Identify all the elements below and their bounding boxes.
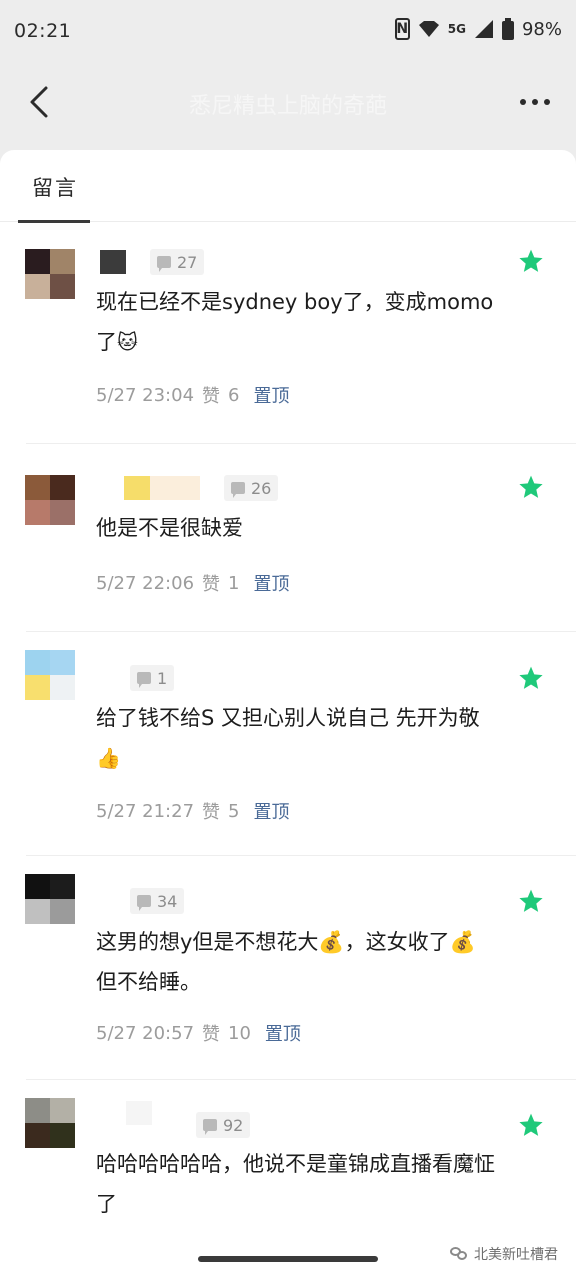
article-title: 悉尼精虫上脑的奇葩 (188, 94, 387, 119)
star-icon[interactable] (518, 888, 544, 914)
reply-count: 1 (157, 668, 168, 688)
comment-bubble-icon (157, 256, 171, 272)
name-blur (150, 476, 200, 500)
wifi-icon (418, 21, 439, 37)
like-label: 赞 (202, 1024, 221, 1045)
tab-bar: 留言 (0, 150, 576, 223)
comment-time: 5/27 23:04 (96, 384, 195, 406)
like-label: 赞 (202, 574, 221, 595)
pin-button[interactable]: 置顶 (253, 570, 289, 596)
comment-bubble-icon (203, 1119, 217, 1135)
more-options-icon[interactable] (520, 92, 550, 112)
pin-button[interactable]: 置顶 (265, 1020, 301, 1046)
like-count: 5 (228, 800, 240, 822)
reply-count-badge[interactable]: 26 (224, 475, 279, 501)
comment-text: 现在已经不是sydney boy了，变成momo了🐱 (96, 282, 496, 362)
comment-text: 他是不是很缺爱 (96, 516, 243, 540)
watermark: 北美新吐槽君 (450, 1244, 558, 1264)
network-type: 5G (447, 22, 466, 36)
comment-item: 34 这男的想y但是不想花大💰，这女收了💰但不给睡。 5/27 20:57 赞 … (0, 856, 576, 1080)
star-icon[interactable] (518, 474, 544, 500)
comment-bubble-icon (231, 482, 245, 498)
avatar[interactable] (25, 1098, 75, 1148)
cat-emoji-icon: 🐱 (117, 330, 138, 354)
reply-count-badge[interactable]: 1 (130, 665, 175, 691)
back-arrow-icon[interactable] (24, 84, 54, 120)
nfc-icon: N (394, 18, 410, 40)
reply-count-badge[interactable]: 92 (196, 1112, 251, 1138)
name-blur (126, 1101, 152, 1125)
status-time: 02:21 (14, 20, 72, 42)
reply-count: 34 (157, 891, 178, 911)
avatar[interactable] (25, 249, 75, 299)
pin-button[interactable]: 置顶 (253, 798, 289, 824)
reply-count: 92 (223, 1115, 244, 1135)
comment-meta: 5/27 23:04 赞 6 置顶 (96, 382, 289, 408)
status-icons: N 5G 98% (394, 18, 562, 40)
status-bar: 02:21 N 5G 98% (0, 0, 576, 62)
avatar[interactable] (25, 475, 75, 525)
comment-meta: 5/27 21:27 赞 5 置顶 (96, 798, 289, 824)
comment-time: 5/27 21:27 (96, 800, 195, 822)
comment-item: 1 给了钱不给S 又担心别人说自己 先开为敬👍 5/27 21:27 赞 5 置… (0, 632, 576, 856)
battery-icon (501, 18, 514, 40)
like-label: 赞 (202, 802, 221, 823)
comment-bubble-icon (137, 672, 151, 688)
reply-count-badge[interactable]: 27 (150, 249, 205, 275)
comment-text: 哈哈哈哈哈哈，他说不是童锦成直播看魔怔了 (96, 1152, 495, 1216)
star-icon[interactable] (518, 1112, 544, 1138)
pin-button[interactable]: 置顶 (253, 382, 289, 408)
home-indicator[interactable] (198, 1256, 378, 1262)
author-name-blurred (96, 249, 126, 275)
name-blur (124, 476, 150, 500)
comment-item: 27 现在已经不是sydney boy了，变成momo了🐱 5/27 23:04… (0, 222, 576, 444)
star-icon[interactable] (518, 665, 544, 691)
star-icon[interactable] (518, 248, 544, 274)
reply-count: 26 (251, 478, 272, 498)
comment-text: 给了钱不给S 又担心别人说自己 先开为敬👍 (96, 698, 496, 778)
watermark-text: 北美新吐槽君 (474, 1247, 558, 1263)
avatar[interactable] (25, 874, 75, 924)
like-label: 赞 (202, 386, 221, 407)
comment-meta: 5/27 22:06 赞 1 置顶 (96, 570, 289, 596)
avatar[interactable] (25, 650, 75, 700)
name-blur (100, 250, 126, 274)
comment-item: 26 他是不是很缺爱 5/27 22:06 赞 1 置顶 (0, 444, 576, 632)
reply-count-badge[interactable]: 34 (130, 888, 185, 914)
author-name-blurred (96, 475, 200, 501)
author-name-blurred (96, 1100, 152, 1126)
like-count: 6 (228, 384, 240, 406)
nav-bar: 悉尼精虫上脑的奇葩 (0, 62, 576, 142)
like-count: 1 (228, 572, 240, 594)
tab-label: 留言 (32, 176, 78, 200)
comment-meta: 5/27 20:57 赞 10 置顶 (96, 1020, 301, 1046)
reply-count: 27 (177, 252, 198, 272)
comment-bubble-icon (137, 895, 151, 911)
comment-time: 5/27 22:06 (96, 572, 195, 594)
tab-comments[interactable]: 留言 (18, 150, 90, 223)
battery-percent: 98% (521, 18, 562, 40)
comment-text: 这男的想y但是不想花大💰，这女收了💰但不给睡。 (96, 930, 476, 994)
thumbs-up-emoji-icon: 👍 (96, 746, 121, 770)
comments-panel: 留言 27 现在已经不是sydney boy了，变成momo了🐱 5/27 23… (0, 150, 576, 1280)
comment-time: 5/27 20:57 (96, 1022, 195, 1044)
like-count: 10 (228, 1022, 251, 1044)
wechat-logo-icon (450, 1247, 468, 1261)
signal-icon (474, 20, 493, 38)
